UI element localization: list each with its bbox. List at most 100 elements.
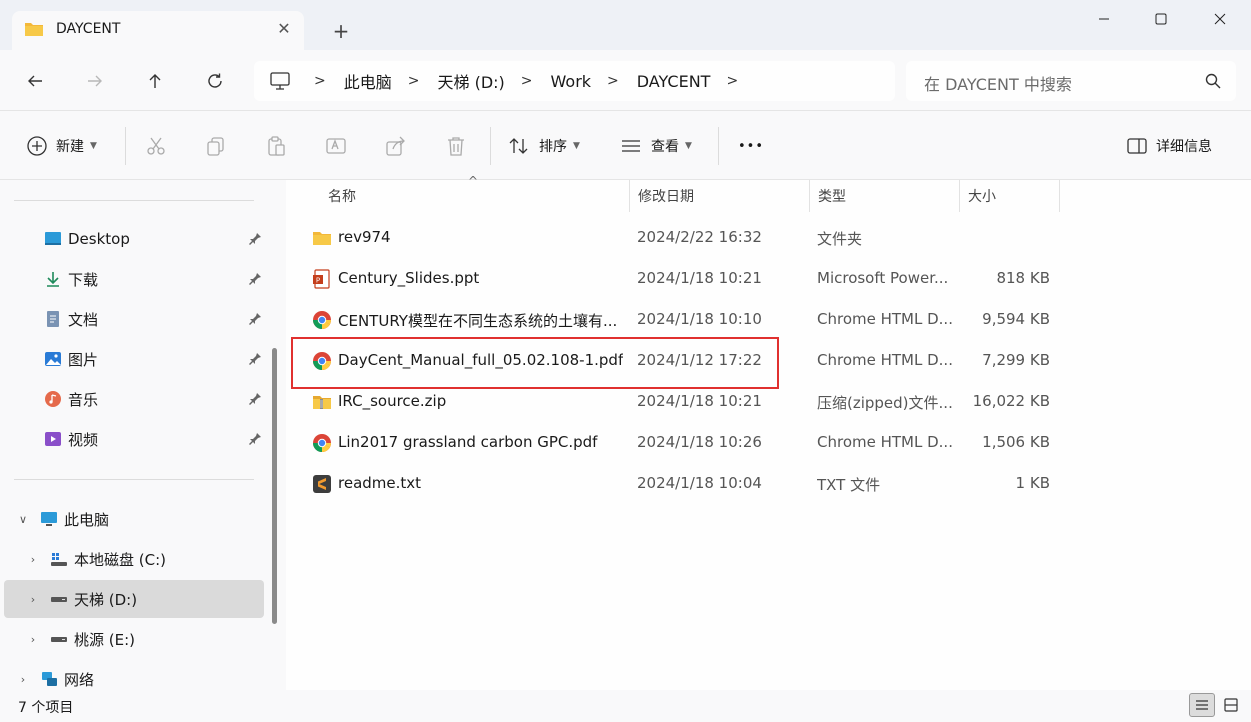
sidebar-item-label: 天梯 (D:)	[74, 590, 138, 609]
search-input[interactable]: 在 DAYCENT 中搜索	[906, 61, 1236, 101]
back-button[interactable]	[18, 64, 52, 98]
maximize-button[interactable]	[1130, 0, 1192, 38]
file-row-lin2017[interactable]: Lin2017 grassland carbon GPC.pdf 2024/1/…	[306, 422, 1050, 463]
chevron-right-icon[interactable]: >	[408, 73, 420, 89]
sidebar-scrollbar[interactable]	[272, 348, 277, 624]
forward-button[interactable]	[78, 64, 112, 98]
breadcrumb-work[interactable]: Work	[551, 72, 592, 91]
details-view-button[interactable]	[1189, 693, 1215, 717]
file-type: Microsoft Power...	[817, 269, 949, 287]
item-count: 7 个项目	[18, 700, 74, 716]
search-icon[interactable]	[1204, 72, 1222, 90]
file-row-century-model[interactable]: CENTURY模型在不同生态系统的土壤有... 2024/1/18 10:10 …	[306, 299, 1050, 340]
chevron-down-icon: ▼	[573, 141, 580, 151]
chevron-down-icon[interactable]: ∨	[16, 513, 30, 526]
minimize-button[interactable]	[1073, 0, 1135, 38]
file-size: 1 KB	[1015, 474, 1050, 492]
more-options-button[interactable]: •••	[738, 131, 764, 161]
drive-icon	[51, 637, 67, 642]
file-date: 2024/1/18 10:21	[637, 392, 762, 410]
new-tab-button[interactable]: +	[328, 18, 354, 44]
chevron-right-icon[interactable]: ›	[26, 633, 40, 646]
picture-icon	[45, 352, 61, 366]
copy-icon	[207, 137, 224, 156]
view-lines-icon	[622, 140, 640, 152]
chevron-right-icon[interactable]: >	[726, 73, 738, 89]
sidebar-item-label: 文档	[68, 310, 99, 329]
pin-icon[interactable]	[248, 432, 262, 446]
new-button[interactable]: 新建 ▼	[26, 131, 97, 161]
column-header-name[interactable]: 名称	[320, 180, 630, 212]
document-icon	[47, 311, 59, 327]
sidebar-item-drive-c[interactable]: › 本地磁盘 (C:)	[4, 540, 264, 578]
file-row-rev974[interactable]: rev974 2024/2/22 16:32 文件夹	[306, 217, 1046, 258]
command-bar: 新建 ▼ 排序 ▼ 查看 ▼ ••• 详细信息	[0, 110, 1251, 180]
sidebar-item-label: 图片	[68, 350, 99, 369]
close-tab-button[interactable]: ✕	[274, 19, 294, 39]
address-bar[interactable]: > 此电脑 > 天梯 (D:) > Work > DAYCENT >	[254, 61, 895, 101]
chevron-right-icon[interactable]: >	[607, 73, 619, 89]
sidebar-item-drive-e[interactable]: › 桃源 (E:)	[4, 620, 264, 658]
pin-icon[interactable]	[248, 392, 262, 406]
chevron-right-icon[interactable]: >	[521, 73, 533, 89]
pin-icon[interactable]	[248, 232, 262, 246]
sidebar-item-this-pc[interactable]: ∨ 此电脑	[4, 500, 264, 538]
breadcrumb-this-pc[interactable]: 此电脑	[344, 69, 392, 93]
file-date: 2024/1/18 10:21	[637, 269, 762, 287]
chevron-right-icon[interactable]: ›	[16, 673, 30, 686]
tiles-view-button[interactable]	[1218, 693, 1244, 717]
details-pane-button[interactable]: 详细信息	[1126, 131, 1212, 161]
copy-button[interactable]	[205, 131, 227, 161]
navigation-pane: Desktop 下载 文档 图片 音乐 视频 ∨ 此电脑 › 本地磁盘 (C:)…	[0, 180, 286, 690]
sidebar-item-desktop[interactable]: Desktop	[4, 220, 264, 258]
column-header-size[interactable]: 大小	[960, 180, 1060, 212]
chevron-down-icon: ▼	[90, 141, 97, 151]
column-header-type[interactable]: 类型	[810, 180, 960, 212]
cut-button[interactable]	[145, 131, 167, 161]
sort-icon	[509, 138, 528, 154]
delete-button[interactable]	[445, 131, 467, 161]
sidebar-item-downloads[interactable]: 下载	[4, 260, 264, 298]
up-button[interactable]	[138, 64, 172, 98]
video-icon	[45, 432, 61, 446]
file-type: Chrome HTML D...	[817, 310, 953, 328]
share-icon	[386, 136, 405, 156]
column-header-date[interactable]: 修改日期	[630, 180, 810, 212]
breadcrumb-daycent[interactable]: DAYCENT	[637, 72, 711, 91]
sidebar-item-label: 此电脑	[64, 510, 110, 529]
file-date: 2024/1/18 10:26	[637, 433, 762, 451]
scissors-icon	[147, 137, 165, 155]
sidebar-item-pictures[interactable]: 图片	[4, 340, 264, 378]
sidebar-item-documents[interactable]: 文档	[4, 300, 264, 338]
file-row-readme[interactable]: readme.txt 2024/1/18 10:04 TXT 文件 1 KB	[306, 463, 1050, 504]
tab-title: DAYCENT	[56, 21, 121, 37]
toolbar-divider	[125, 127, 126, 165]
sidebar-item-music[interactable]: 音乐	[4, 380, 264, 418]
title-bar: DAYCENT ✕ +	[0, 0, 1251, 50]
sidebar-item-videos[interactable]: 视频	[4, 420, 264, 458]
pin-icon[interactable]	[248, 312, 262, 326]
rename-button[interactable]	[325, 131, 347, 161]
pin-icon[interactable]	[248, 352, 262, 366]
breadcrumb-drive-d[interactable]: 天梯 (D:)	[437, 69, 504, 93]
file-row-century-slides[interactable]: P Century_Slides.ppt 2024/1/18 10:21 Mic…	[306, 258, 1050, 299]
sidebar-item-label: 视频	[68, 430, 99, 449]
close-window-button[interactable]	[1189, 0, 1251, 38]
pin-icon[interactable]	[248, 272, 262, 286]
share-button[interactable]	[385, 131, 407, 161]
chevron-right-icon[interactable]: >	[314, 73, 326, 89]
chrome-icon	[313, 434, 331, 452]
file-size: 7,299 KB	[982, 351, 1050, 369]
refresh-button[interactable]	[198, 64, 232, 98]
zip-icon	[313, 396, 331, 409]
tab-daycent[interactable]: DAYCENT ✕	[12, 11, 304, 50]
sidebar-item-label: 音乐	[68, 390, 99, 409]
chevron-right-icon[interactable]: ›	[26, 593, 40, 606]
chevron-right-icon[interactable]: ›	[26, 553, 40, 566]
maximize-icon	[1155, 13, 1167, 25]
sort-button[interactable]: 排序 ▼	[508, 131, 580, 161]
sidebar-item-drive-d[interactable]: › 天梯 (D:)	[4, 580, 264, 618]
view-button[interactable]: 查看 ▼	[620, 131, 692, 161]
paste-button[interactable]	[265, 131, 287, 161]
file-type: Chrome HTML D...	[817, 351, 953, 369]
